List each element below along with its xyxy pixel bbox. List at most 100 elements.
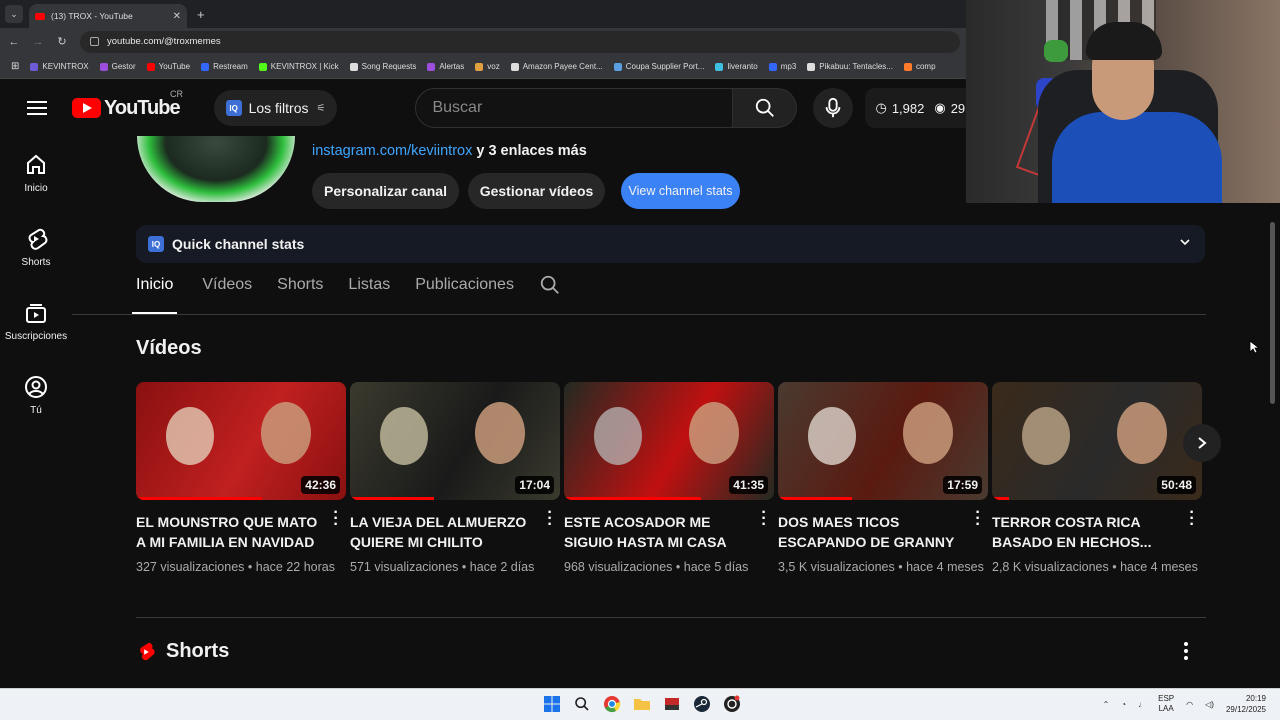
customize-channel-button[interactable]: Personalizar canal [312, 173, 459, 209]
subscriptions-icon [26, 303, 46, 323]
view-channel-stats-button[interactable]: View channel stats [621, 173, 740, 209]
search-button[interactable] [733, 88, 798, 128]
videos-section-title[interactable]: Vídeos [136, 337, 202, 360]
bookmark-item[interactable]: mp3 [768, 62, 796, 71]
search-input[interactable]: Buscar [415, 88, 734, 128]
video-thumbnail[interactable]: 17:59 [778, 382, 988, 500]
youtube-logo[interactable]: YouTube CR [72, 89, 183, 120]
chevron-up-icon[interactable]: ⌃ [1103, 700, 1110, 709]
microphone-icon[interactable]: ♩ [1138, 700, 1146, 709]
back-icon[interactable]: ← [2, 36, 26, 48]
sidebar-item-tu[interactable]: Tú [0, 358, 72, 432]
videos-shelf: 42:36 EL MOUNSTRO QUE MATO A MI FAMILIA E… [136, 382, 1206, 602]
system-clock[interactable]: 20:19 29/12/2025 [1226, 693, 1266, 715]
app-icon[interactable] [662, 694, 682, 714]
shorts-section-title[interactable]: Shorts [166, 640, 229, 663]
video-title[interactable]: ESTE ACOSADOR ME SIGUIO HASTA MI CASA [564, 512, 750, 552]
video-views: 968 visualizaciones [564, 560, 673, 574]
video-views: 327 visualizaciones [136, 560, 245, 574]
video-card[interactable]: 42:36 EL MOUNSTRO QUE MATO A MI FAMILIA E… [136, 382, 346, 602]
manage-videos-button[interactable]: Gestionar vídeos [468, 173, 605, 209]
page-scrollbar[interactable] [1270, 222, 1275, 404]
search-icon[interactable] [572, 694, 592, 714]
video-thumbnail[interactable]: 42:36 [136, 382, 346, 500]
bookmark-item[interactable]: Pikabuu: Tentacles... [807, 62, 893, 71]
apps-icon[interactable]: ⊞ [11, 61, 19, 72]
new-tab-icon[interactable]: + [197, 7, 205, 22]
watch-progress-bar [136, 497, 262, 500]
sidebar-item-shorts[interactable]: Shorts [0, 210, 72, 284]
tab-shorts[interactable]: Shorts [277, 276, 323, 314]
bookmark-favicon-icon [613, 62, 622, 71]
tab-search-button[interactable]: ⌄ [5, 5, 23, 23]
windows-start-icon[interactable] [542, 694, 562, 714]
bookmark-item[interactable]: KEVINTROX | Kick [258, 62, 339, 71]
more-links[interactable]: y 3 enlaces más [476, 143, 586, 159]
bookmark-item[interactable]: Coupa Supplier Port... [613, 62, 704, 71]
file-explorer-icon[interactable] [632, 694, 652, 714]
logo-text: YouTube [104, 96, 181, 119]
search-icon [540, 275, 559, 294]
bookmark-item[interactable]: Gestor [99, 62, 136, 71]
tab-videos[interactable]: Vídeos [202, 276, 252, 314]
quick-channel-stats-panel[interactable]: IQ Quick channel stats [136, 225, 1205, 263]
bookmark-item[interactable]: Alertas [427, 62, 464, 71]
bookmark-item[interactable]: liveranto [715, 62, 758, 71]
site-info-icon[interactable] [90, 37, 99, 46]
video-more-options-icon[interactable]: · · · [328, 505, 344, 533]
watch-progress-bar [778, 497, 852, 500]
video-more-options-icon[interactable]: · · · [542, 505, 558, 533]
steam-icon[interactable] [692, 694, 712, 714]
video-card[interactable]: 17:59 DOS MAES TICOS ESCAPANDO DE GRANNY ·… [778, 382, 988, 602]
browser-tab-title: (13) TROX - YouTube [51, 11, 133, 21]
video-thumbnail[interactable]: 50:48 [992, 382, 1202, 500]
voice-search-button[interactable] [813, 88, 854, 128]
obs-icon[interactable] [722, 694, 742, 714]
instagram-link[interactable]: instagram.com/keviintrox [312, 143, 472, 159]
tabs-divider [72, 314, 1206, 315]
video-thumbnail[interactable]: 17:04 [350, 382, 560, 500]
channel-search-button[interactable] [539, 274, 561, 312]
video-card[interactable]: 41:35 ESTE ACOSADOR ME SIGUIO HASTA MI CA… [564, 382, 774, 602]
channel-avatar[interactable] [137, 136, 295, 202]
bookmark-item[interactable]: Song Requests [349, 62, 416, 71]
chrome-icon[interactable] [602, 694, 622, 714]
video-thumbnail[interactable]: 41:35 [564, 382, 774, 500]
video-more-options-icon[interactable]: · · · [1184, 505, 1200, 533]
bookmark-favicon-icon [510, 62, 519, 71]
video-title[interactable]: LA VIEJA DEL ALMUERZO QUIERE MI CHILITO [350, 512, 536, 552]
video-card[interactable]: 17:04 LA VIEJA DEL ALMUERZO QUIERE MI CHI… [350, 382, 560, 602]
tab-inicio[interactable]: Inicio [132, 276, 178, 314]
shelf-next-button[interactable] [1183, 424, 1221, 462]
address-bar[interactable]: youtube.com/@troxmemes [80, 30, 960, 53]
sidebar-item-suscripciones[interactable]: Suscripciones [0, 284, 72, 358]
bookmark-item[interactable]: KEVINTROX [30, 62, 89, 71]
forward-icon[interactable]: → [26, 36, 50, 48]
close-tab-icon[interactable]: ✕ [173, 11, 181, 22]
bookmark-item[interactable]: comp [903, 62, 936, 71]
menu-icon[interactable] [27, 101, 47, 115]
sidebar-item-inicio[interactable]: Inicio [0, 136, 72, 210]
bookmark-item[interactable]: YouTube [146, 62, 190, 71]
tab-listas[interactable]: Listas [348, 276, 390, 314]
tab-publicaciones[interactable]: Publicaciones [415, 276, 514, 314]
video-more-options-icon[interactable]: · · · [756, 505, 772, 533]
video-card[interactable]: 50:48 TERROR COSTA RICA BASADO EN HECHOS.… [992, 382, 1202, 602]
bookmark-item[interactable]: voz [475, 62, 500, 71]
volume-icon[interactable]: ◁) [1205, 700, 1214, 709]
reload-icon[interactable]: ↻ [50, 35, 74, 48]
video-title[interactable]: EL MOUNSTRO QUE MATO A MI FAMILIA EN NAV… [136, 512, 322, 552]
more-options-icon[interactable] [1178, 642, 1194, 660]
bookmark-item[interactable]: Restream [201, 62, 248, 71]
language-indicator[interactable]: ESP LAA [1158, 694, 1174, 714]
bookmark-item[interactable]: Amazon Payee Cent... [510, 62, 603, 71]
network-icon[interactable]: ◔ [1121, 700, 1126, 709]
browser-tab[interactable]: (13) TROX - YouTube ✕ [29, 4, 187, 28]
video-more-options-icon[interactable]: · · · [970, 505, 986, 533]
filters-button[interactable]: IQ Los filtros ⚟ [213, 90, 338, 126]
bookmark-favicon-icon [201, 62, 210, 71]
video-title[interactable]: DOS MAES TICOS ESCAPANDO DE GRANNY [778, 512, 964, 552]
wifi-icon[interactable]: ◠ [1186, 700, 1193, 709]
video-title[interactable]: TERROR COSTA RICA BASADO EN HECHOS... [992, 512, 1178, 552]
youtube-favicon-icon [35, 12, 45, 20]
